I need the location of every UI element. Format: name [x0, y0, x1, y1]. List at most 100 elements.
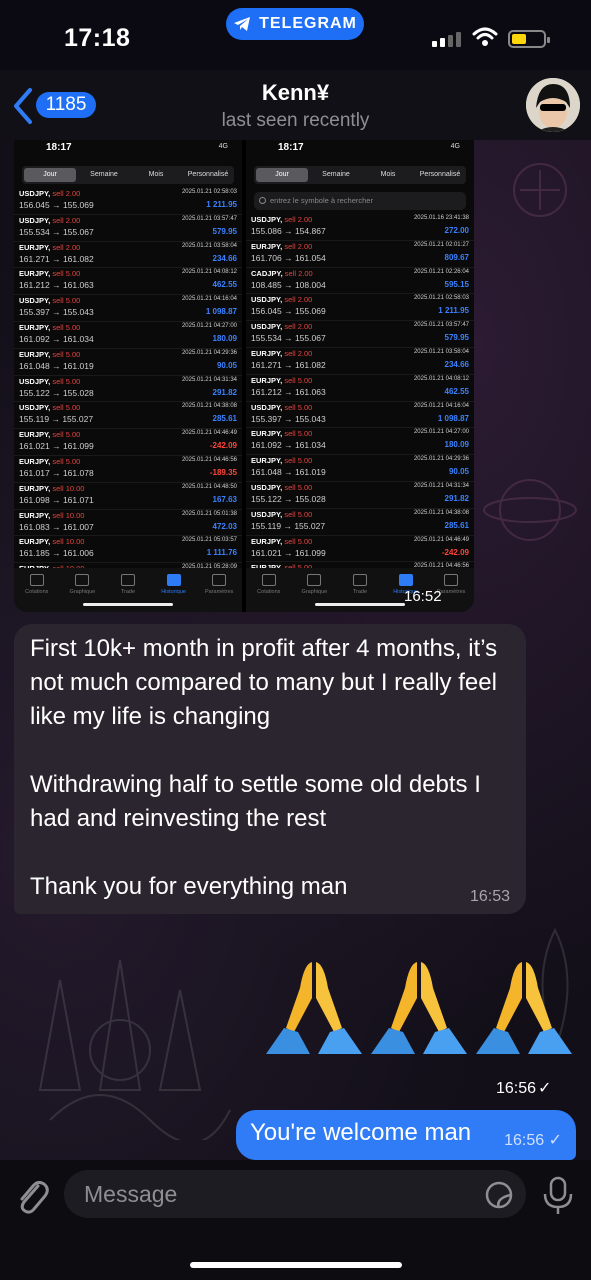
trade-action: sell 5.00 — [284, 536, 313, 546]
contact-status: last seen recently — [221, 110, 370, 131]
contact-name[interactable]: Kenn¥ — [0, 80, 591, 106]
trade-symbol: USDJPY, sell 2.00 — [251, 322, 313, 332]
trade-symbol: EURJPY, sell 5.00 — [19, 456, 81, 466]
trade-row: EURJPY, sell 5.00 161.212 → 161.063 2025.0… — [246, 375, 474, 402]
trade-prices: 161.271 → 161.082 — [19, 253, 94, 264]
telegram-pill[interactable]: TELEGRAM — [226, 8, 364, 40]
trade-symbol: EURJPY, sell 2.00 — [251, 348, 313, 358]
trade-prices: 161.212 → 161.063 — [19, 280, 94, 291]
trade-profit: 1 111.76 — [206, 548, 237, 558]
trade-profit: 285.61 — [212, 414, 237, 424]
trade-row: USDJPY, sell 5.00 155.122 → 155.028 2025.0… — [14, 376, 242, 403]
trade-symbol: EURJPY, sell 10.00 — [19, 483, 85, 493]
trade-profit: -189.35 — [209, 467, 237, 477]
trade-row: EURJPY, sell 5.00 161.021 → 161.099 2025.0… — [246, 536, 474, 563]
trade-symbol: EURJPY, sell 10.00 — [19, 537, 85, 547]
trade-row: USDJPY, sell 5.00 155.397 → 155.043 2025.0… — [246, 402, 474, 429]
trade-prices: 156.045 → 155.069 — [251, 306, 326, 317]
trade-list: USDJPY, sell 2.00 156.045 → 155.069 2025.0… — [14, 188, 242, 590]
trade-date: 2025.01.21 04:16:04 — [181, 296, 237, 303]
phone-signal: 4G — [218, 143, 228, 150]
trade-date: 2025.01.21 04:16:04 — [413, 402, 469, 409]
trade-profit: 579.95 — [444, 333, 469, 343]
sticker-icon[interactable] — [484, 1180, 514, 1210]
trade-date: 2025.01.21 04:27:00 — [413, 429, 469, 436]
home-indicator — [190, 1262, 402, 1268]
trade-row: EURJPY, sell 10.00 161.098 → 161.071 2025.… — [14, 483, 242, 510]
trade-prices: 161.185 → 161.006 — [19, 548, 94, 559]
trade-row: USDJPY, sell 2.00 156.045 → 155.069 2025.0… — [14, 188, 242, 215]
symbol-search: entrez le symbole à rechercher — [254, 192, 466, 210]
trade-action: sell 10.00 — [52, 537, 85, 547]
trade-action: sell 2.00 — [52, 215, 81, 225]
message-time: 16:56 — [504, 1132, 545, 1149]
trade-profit: 234.66 — [444, 359, 469, 369]
screenshot-history-right: 18:17 4G Jour Semaine Mois Personnalisé … — [246, 140, 474, 612]
trade-row: USDJPY, sell 2.00 156.045 → 155.069 2025.0… — [246, 294, 474, 322]
trade-action: sell 2.00 — [284, 268, 313, 278]
trade-prices: 108.485 → 108.004 — [251, 279, 326, 290]
incoming-message-bubble[interactable]: First 10k+ month in profit after 4 month… — [14, 624, 526, 914]
trade-prices: 161.098 → 161.071 — [19, 494, 94, 505]
trade-symbol: EURJPY, sell 5.00 — [251, 536, 313, 546]
emoji-message[interactable] — [264, 958, 574, 1058]
trade-action: sell 2.00 — [284, 241, 313, 251]
trade-date: 2025.01.21 03:57:47 — [181, 215, 237, 222]
trade-profit: 291.82 — [212, 387, 237, 397]
trade-row: USDJPY, sell 5.00 155.119 → 155.027 2025.0… — [246, 509, 474, 536]
tab-custom: Personnalisé — [187, 171, 229, 178]
image-message[interactable]: 18:17 4G Jour Semaine Mois Personnalisé … — [14, 140, 474, 612]
trade-prices: 161.706 → 161.054 — [251, 252, 326, 263]
clock: 17:18 — [64, 24, 131, 52]
trade-prices: 161.048 → 161.019 — [251, 467, 326, 478]
trade-profit: -242.09 — [441, 547, 469, 557]
trade-action: sell 5.00 — [284, 429, 313, 439]
trade-prices: 161.212 → 161.063 — [251, 386, 326, 397]
trade-action: sell 5.00 — [284, 375, 313, 385]
trade-row: CADJPY, sell 2.00 108.485 → 108.004 2025.0… — [246, 268, 474, 295]
microphone-icon[interactable] — [541, 1176, 575, 1216]
trade-symbol: EURJPY, sell 2.00 — [251, 241, 313, 251]
trade-profit: 472.03 — [212, 521, 237, 531]
trade-prices: 155.122 → 155.028 — [251, 493, 326, 504]
praying-hands-icon — [476, 962, 572, 1054]
trade-row: EURJPY, sell 5.00 161.212 → 161.063 2025.0… — [14, 268, 242, 296]
trade-action: sell 5.00 — [52, 322, 81, 332]
trade-row: EURJPY, sell 5.00 161.048 → 161.019 2025.0… — [246, 455, 474, 482]
trade-list: USDJPY, sell 2.00 155.086 → 154.867 2025.0… — [246, 214, 474, 590]
trade-date: 2025.01.21 02:01:27 — [413, 241, 469, 248]
telegram-pill-label: TELEGRAM — [259, 15, 357, 32]
trade-symbol: EURJPY, sell 5.00 — [19, 430, 81, 440]
trade-symbol: USDJPY, sell 2.00 — [251, 295, 313, 305]
trade-symbol: USDJPY, sell 2.00 — [19, 189, 81, 198]
trade-action: sell 2.00 — [284, 348, 313, 358]
trade-row: EURJPY, sell 5.00 161.048 → 161.019 2025.0… — [14, 349, 242, 376]
message-time: 16:56 — [496, 1080, 537, 1097]
paperclip-icon[interactable] — [14, 1176, 50, 1216]
trade-action: sell 10.00 — [52, 483, 85, 493]
status-bar: 17:18 TELEGRAM — [0, 0, 591, 70]
trade-prices: 161.092 → 161.034 — [251, 440, 326, 451]
message-input[interactable]: Message — [64, 1170, 526, 1218]
trade-symbol: USDJPY, sell 5.00 — [251, 482, 313, 492]
nav-quotes: Cotations — [249, 568, 289, 612]
trade-row: USDJPY, sell 5.00 155.397 → 155.043 2025.0… — [14, 295, 242, 322]
trade-profit: 1 211.95 — [206, 200, 237, 209]
outgoing-message-bubble[interactable]: You're welcome man 16:56 ✓ — [236, 1110, 576, 1160]
trade-action: sell 2.00 — [284, 215, 313, 224]
trade-date: 2025.01.21 04:08:12 — [181, 269, 237, 276]
trade-action: sell 5.00 — [284, 402, 313, 412]
trade-date: 2025.01.21 04:29:36 — [181, 349, 237, 356]
trade-action: sell 5.00 — [52, 269, 81, 279]
trade-date: 2025.01.21 03:58:04 — [181, 242, 237, 249]
trade-profit: 167.63 — [212, 494, 237, 504]
trade-symbol: USDJPY, sell 5.00 — [19, 403, 81, 413]
trade-date: 2025.01.21 04:38:08 — [181, 403, 237, 410]
nav-quotes: Cotations — [17, 568, 57, 612]
trade-date: 2025.01.21 03:58:04 — [413, 348, 469, 355]
tab-month: Mois — [380, 171, 396, 178]
trade-profit: 1 098.87 — [205, 307, 237, 317]
avatar[interactable] — [526, 78, 580, 132]
trade-profit: 180.09 — [444, 440, 469, 450]
trade-date: 2025.01.21 04:48:50 — [181, 483, 237, 490]
